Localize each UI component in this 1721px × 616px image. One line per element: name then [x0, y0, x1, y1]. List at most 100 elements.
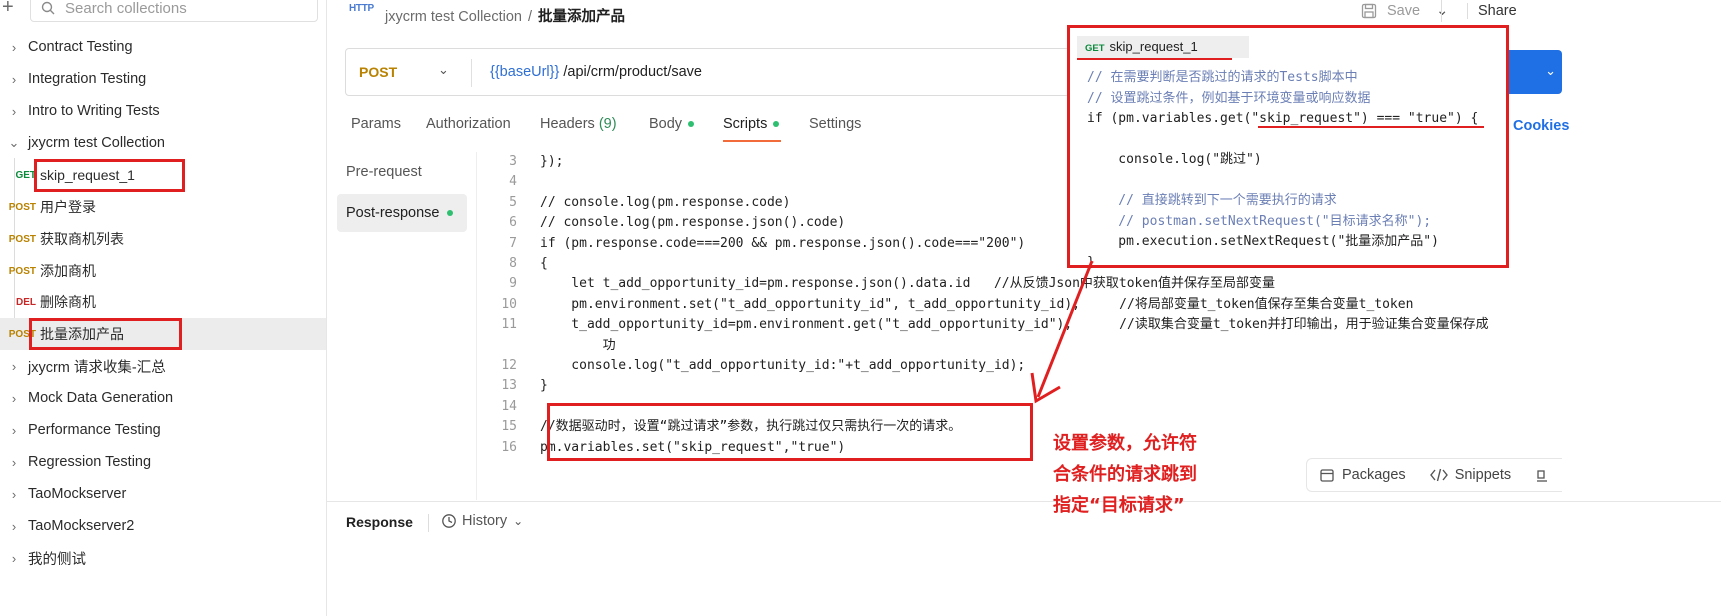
- collection-item[interactable]: › Intro to Writing Tests: [0, 95, 326, 127]
- collection-item[interactable]: › TaoMockserver2: [0, 510, 326, 542]
- method-select[interactable]: POST: [359, 64, 397, 80]
- request-item[interactable]: POST 添加商机: [0, 255, 326, 287]
- format-button[interactable]: [1523, 467, 1568, 483]
- collection-item[interactable]: › Contract Testing: [0, 31, 326, 63]
- request-name: 用户登录: [40, 199, 96, 215]
- collection-item[interactable]: › TaoMockserver: [0, 478, 326, 510]
- line-number: 16: [501, 439, 517, 455]
- chevron-down-icon: ⌄: [513, 514, 524, 528]
- divider: [1441, 0, 1442, 22]
- packages-button[interactable]: Packages: [1307, 467, 1418, 483]
- chevron-right-icon: ›: [11, 390, 17, 406]
- collection-item[interactable]: › jxycrm 请求收集-汇总: [0, 350, 326, 382]
- search-icon: [41, 1, 55, 15]
- tab-params[interactable]: Params: [351, 116, 401, 132]
- line-number: 6: [509, 215, 517, 231]
- annotation-text: 设置参数，允许符 合条件的请求跳到 指定“目标请求”: [1053, 428, 1228, 521]
- tab-settings[interactable]: Settings: [809, 116, 861, 132]
- code-line[interactable]: 16 pm.variables.set("skip_request","true"…: [477, 438, 1566, 458]
- request-item[interactable]: POST 用户登录: [0, 191, 326, 223]
- method-badge: POST: [8, 233, 36, 245]
- request-name: 批量添加产品: [40, 326, 124, 342]
- save-button[interactable]: Save ⌄: [1361, 3, 1448, 19]
- code-text: }: [540, 378, 548, 394]
- line-number: 12: [501, 358, 517, 373]
- request-item[interactable]: POST 获取商机列表: [0, 223, 326, 255]
- collection-item-expanded[interactable]: ⌄ jxycrm test Collection: [0, 127, 326, 159]
- arrow-annotation: [1030, 260, 1094, 404]
- cookies-link[interactable]: Cookies: [1513, 118, 1569, 134]
- code-text: //数据驱动时，设置“跳过请求”参数，执行跳过仅只需执行一次的请求。: [540, 419, 962, 435]
- line-number: 10: [501, 296, 517, 312]
- url-path: /api/crm/product/save: [559, 64, 702, 80]
- underline-mark: [1077, 58, 1232, 60]
- collection-item[interactable]: › Regression Testing: [0, 446, 326, 478]
- code-text: pm.variables.set("skip_request","true"): [540, 439, 846, 455]
- chevron-down-icon[interactable]: ⌄: [1545, 63, 1556, 79]
- chevron-down-icon: ⌄: [8, 135, 20, 150]
- breadcrumb-collection[interactable]: jxycrm test Collection: [385, 9, 522, 25]
- snippets-button[interactable]: Snippets: [1418, 467, 1523, 483]
- tab-headers[interactable]: Headers (9): [540, 116, 617, 132]
- code-text: {: [540, 256, 548, 271]
- tab-body[interactable]: Body: [649, 116, 695, 132]
- chevron-right-icon: ›: [11, 103, 17, 119]
- history-button[interactable]: History ⌄: [441, 513, 523, 529]
- request-header: HTTP jxycrm test Collection / 批量添加产品 Save …: [327, 0, 1721, 28]
- response-label[interactable]: Response: [346, 514, 413, 530]
- tab-scripts[interactable]: Scripts: [723, 116, 780, 132]
- popup-code-line: // 在需要判断是否跳过的请求的Tests脚本中: [1087, 70, 1358, 85]
- request-item-selected[interactable]: POST 批量添加产品: [0, 318, 326, 350]
- chevron-down-icon[interactable]: ⌄: [438, 62, 449, 78]
- collection-name: Intro to Writing Tests: [28, 103, 160, 119]
- divider: [428, 514, 429, 532]
- pre-request-tab[interactable]: Pre-request: [337, 153, 467, 191]
- history-label: History: [462, 513, 508, 529]
- chevron-down-icon[interactable]: ⌄: [1436, 3, 1448, 19]
- url-variable: {{baseUrl}}: [490, 64, 560, 80]
- line-number: 9: [509, 276, 517, 292]
- collection-name: Regression Testing: [28, 454, 152, 470]
- line-number: 13: [501, 378, 517, 394]
- snippets-label: Snippets: [1454, 467, 1512, 483]
- http-icon: HTTP: [349, 3, 374, 14]
- code-text: t_add_opportunity_id=pm.environment.get(…: [540, 317, 1489, 333]
- collection-item[interactable]: › Performance Testing: [0, 414, 326, 446]
- status-dot: [773, 121, 780, 128]
- code-text: pm.environment.set("t_add_opportunity_id…: [540, 296, 1414, 312]
- breadcrumb-request[interactable]: 批量添加产品: [538, 9, 625, 25]
- request-item[interactable]: DEL 删除商机: [0, 286, 326, 318]
- packages-label: Packages: [1342, 467, 1406, 483]
- status-dot: [688, 121, 695, 128]
- chevron-right-icon: ›: [11, 454, 17, 470]
- plus-icon[interactable]: +: [2, 0, 14, 19]
- chevron-right-icon: ›: [11, 71, 17, 87]
- collection-name: Contract Testing: [28, 39, 133, 55]
- chevron-right-icon: ›: [11, 422, 17, 438]
- chevron-right-icon: ›: [11, 518, 17, 534]
- chevron-right-icon: ›: [11, 39, 17, 55]
- collection-item[interactable]: › 我的侧试: [0, 542, 326, 574]
- line-number: 3: [509, 154, 517, 169]
- collection-name: jxycrm 请求收集-汇总: [28, 359, 166, 376]
- code-icon: [1429, 468, 1448, 482]
- line-number: 15: [501, 419, 517, 435]
- collection-item[interactable]: › Integration Testing: [0, 63, 326, 95]
- collection-item[interactable]: › Mock Data Generation: [0, 382, 326, 414]
- search-input[interactable]: Search collections: [30, 0, 318, 22]
- code-line[interactable]: 15 //数据驱动时，设置“跳过请求”参数，执行跳过仅只需执行一次的请求。: [477, 417, 1566, 437]
- code-text: if (pm.response.code===200 && pm.respons…: [540, 235, 1026, 251]
- collection-name: TaoMockserver2: [28, 518, 135, 534]
- code-text: console.log("t_add_opportunity_id:"+t_ad…: [540, 358, 1026, 373]
- request-item[interactable]: GET skip_request_1: [0, 159, 326, 191]
- breadcrumb: jxycrm test Collection / 批量添加产品: [385, 5, 625, 26]
- line-number: 11: [501, 317, 517, 333]
- collection-name: Performance Testing: [28, 422, 161, 438]
- code-text: // console.log(pm.response.json().code): [540, 215, 846, 231]
- url-input[interactable]: {{baseUrl}} /api/crm/product/save: [490, 64, 702, 80]
- share-button[interactable]: Share: [1467, 3, 1517, 19]
- collection-name: Integration Testing: [28, 71, 147, 87]
- tab-authorization[interactable]: Authorization: [426, 116, 511, 132]
- popup-code-line: // 设置跳过条件，例如基于环境变量或响应数据: [1087, 90, 1371, 106]
- post-response-tab[interactable]: Post-response: [337, 194, 467, 232]
